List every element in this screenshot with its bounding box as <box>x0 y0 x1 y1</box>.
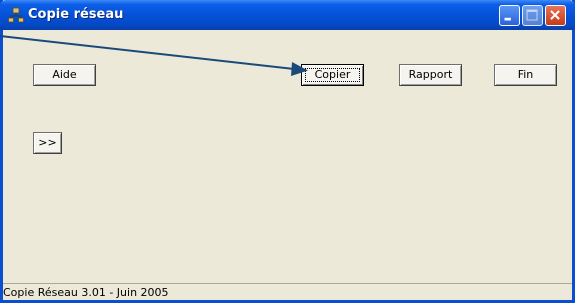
copier-button[interactable]: Copier <box>301 64 364 86</box>
window-title: Copie réseau <box>28 7 124 22</box>
application-window: Copie réseau Aide Copier Rapport Fin >> … <box>0 0 575 303</box>
aide-button[interactable]: Aide <box>33 64 96 86</box>
maximize-button[interactable] <box>522 5 543 26</box>
fin-button[interactable]: Fin <box>494 64 557 86</box>
rapport-button[interactable]: Rapport <box>399 64 462 86</box>
status-bar-text: Copie Réseau 3.01 - Juin 2005 <box>3 286 169 299</box>
close-button[interactable] <box>545 5 566 26</box>
title-bar[interactable]: Copie réseau <box>0 0 575 30</box>
minimize-button[interactable] <box>499 5 520 26</box>
maximize-icon <box>526 9 538 21</box>
minimize-icon <box>504 17 511 21</box>
expand-button[interactable]: >> <box>33 132 62 154</box>
copier-button-label: Copier <box>314 68 351 81</box>
close-icon <box>550 10 560 20</box>
status-bar-divider <box>3 283 572 284</box>
network-app-icon <box>8 7 24 23</box>
